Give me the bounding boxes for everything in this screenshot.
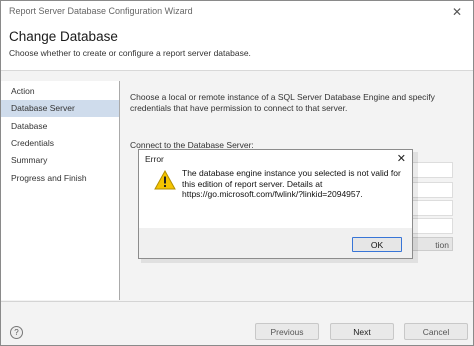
sidebar-item-summary[interactable]: Summary (1, 152, 119, 169)
page-description: Choose a local or remote instance of a S… (130, 92, 435, 113)
help-icon[interactable]: ? (10, 326, 23, 339)
wizard-header: Change Database Choose whether to create… (1, 23, 473, 71)
sidebar-item-database-server[interactable]: Database Server (1, 100, 119, 117)
dialog-close-button[interactable]: ✕ (397, 152, 406, 165)
window-close-button[interactable]: ✕ (441, 1, 473, 23)
page-title: Change Database (9, 29, 118, 44)
ok-button[interactable]: OK (352, 237, 402, 252)
sidebar-item-action[interactable]: Action (1, 83, 119, 100)
cancel-button[interactable]: Cancel (404, 323, 468, 340)
dialog-title: Error (145, 154, 164, 164)
previous-button[interactable]: Previous (255, 323, 319, 340)
error-dialog: Error ✕ The database engine instance you… (138, 149, 413, 259)
dialog-title-bar: Error ✕ (139, 150, 412, 168)
wizard-footer: ? Previous Next Cancel (1, 301, 473, 345)
window-title: Report Server Database Configuration Wiz… (9, 6, 193, 16)
warning-triangle-icon (154, 170, 176, 190)
page-subtitle: Choose whether to create or configure a … (9, 48, 251, 58)
sidebar-item-credentials[interactable]: Credentials (1, 135, 119, 152)
sidebar-item-database[interactable]: Database (1, 118, 119, 135)
dialog-message: The database engine instance you selecte… (182, 168, 401, 199)
title-bar: Report Server Database Configuration Wiz… (1, 1, 473, 23)
sidebar-item-progress-and-finish[interactable]: Progress and Finish (1, 170, 119, 187)
wizard-sidebar: Action Database Server Database Credenti… (1, 81, 120, 300)
next-button[interactable]: Next (330, 323, 394, 340)
